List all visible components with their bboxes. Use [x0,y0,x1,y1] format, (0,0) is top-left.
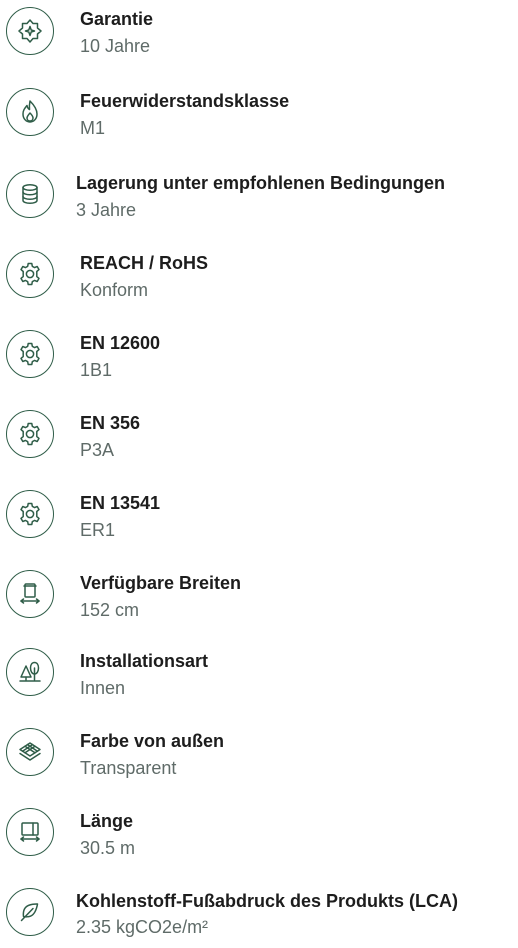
spec-value: 3 Jahre [76,200,137,220]
leaf-icon [6,888,54,936]
spec-value: M1 [80,118,106,138]
spec-label: REACH / RoHS [80,253,209,273]
gear-icon [6,490,54,538]
roll-width-icon [6,570,54,618]
spec-value: Innen [80,678,126,698]
spec-value: ER1 [80,520,116,540]
spec-label: Länge [80,811,134,831]
spec-value: Konform [80,280,149,300]
spec-item-feuerwiderstandsklasse: Feuerwiderstandsklasse M1 [0,88,518,148]
spec-item-verfuegbare-breiten: Verfügbare Breiten 152 cm [0,570,518,630]
flame-icon [6,88,54,136]
spec-value: Transparent [80,758,177,778]
spec-value: 152 cm [80,600,140,620]
spec-label: EN 356 [80,413,141,433]
spec-value: 2.35 kgCO2e/m² [76,917,209,937]
spec-label: Verfügbare Breiten [80,573,242,593]
spec-item-en-356: EN 356 P3A [0,410,518,470]
gear-icon [6,330,54,378]
gear-icon [6,250,54,298]
spec-item-reach-rohs: REACH / RoHS Konform [0,250,518,310]
spec-item-en-13541: EN 13541 ER1 [0,490,518,550]
spec-label: Kohlenstoff-Fußabdruck des Produkts (LCA… [76,891,458,911]
spec-label: EN 13541 [80,493,161,513]
spec-label: Garantie [80,9,154,29]
spec-item-en-12600: EN 12600 1B1 [0,330,518,390]
spec-label: Farbe von außen [80,731,225,751]
award-icon [6,7,54,55]
spec-item-garantie: Garantie 10 Jahre [0,6,518,66]
trees-icon [6,648,54,696]
spec-label: EN 12600 [80,333,161,353]
spec-item-kohlenstoff-fussabdruck: Kohlenstoff-Fußabdruck des Produkts (LCA… [0,888,518,948]
spec-item-farbe-von-aussen: Farbe von außen Transparent [0,728,518,788]
spec-item-installationsart: Installationsart Innen [0,648,518,708]
spec-value: 30.5 m [80,838,136,858]
spec-label: Feuerwiderstandsklasse [80,91,290,111]
database-icon [6,170,54,218]
spec-item-laenge: Länge 30.5 m [0,808,518,868]
spec-item-lagerung: Lagerung unter empfohlenen Bedingungen 3… [0,170,518,230]
spec-value: 1B1 [80,360,113,380]
spec-value: P3A [80,440,115,460]
length-icon [6,808,54,856]
gear-icon [6,410,54,458]
specification-list: Garantie 10 Jahre Feuerwiderstandsklasse… [0,0,518,938]
spec-value: 10 Jahre [80,36,151,56]
spec-label: Installationsart [80,651,209,671]
spec-label: Lagerung unter empfohlenen Bedingungen [76,173,445,193]
layers-icon [6,728,54,776]
